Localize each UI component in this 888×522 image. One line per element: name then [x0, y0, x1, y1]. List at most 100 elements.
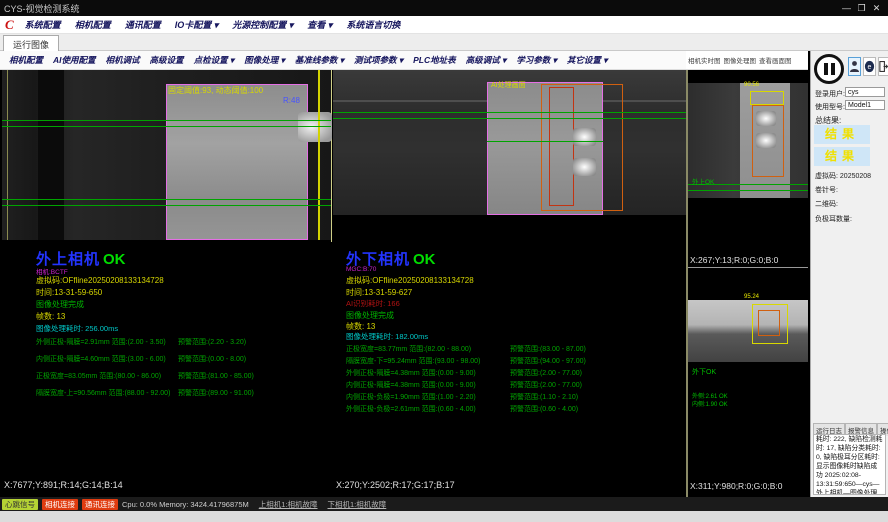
- menu-item[interactable]: 系统配置: [18, 18, 68, 31]
- baseline: [333, 112, 686, 113]
- window-bottom-edge: [0, 511, 888, 522]
- close-button[interactable]: ✕: [869, 3, 884, 14]
- tab-run-image[interactable]: 运行图像: [3, 35, 59, 51]
- sidebar: e 登录用户: cys 使用型号: Model1 总结果: 结果 结果 虚拟码:…: [810, 51, 888, 497]
- comm-connect-badge: 通讯连接: [82, 499, 118, 510]
- measure-row: 内侧正极-隔膜=4.38mm 范围:(0.00 - 9.00) 预警范围:(2.…: [346, 380, 676, 392]
- app-title: CYS-视觉检测系统: [4, 2, 80, 15]
- edge-line: [7, 70, 8, 240]
- process-status: 图像处理完成: [36, 299, 84, 310]
- measure-value: 外侧正极-负极=2.61mm 范围:(0.60 - 4.00): [346, 406, 476, 413]
- warning-range: 预警范围:(1.10 - 2.10): [510, 392, 578, 402]
- measure-value: 正极宽度=83.77mm 范围:(82.00 - 88.00): [346, 346, 471, 353]
- thumb-ok-text: 外上OK: [692, 176, 714, 186]
- measure-value: 内侧正极-隔膜=4.60mm 范围:(3.00 - 6.00): [36, 356, 166, 363]
- thumb-result-lines: 外侧:2.61 OK内侧:1.90 OK: [692, 393, 728, 409]
- thumbnail-upper-camera[interactable]: 90.56 外上OK X:267;Y:13;R:0;G:0;B:0: [688, 70, 808, 268]
- toolbar-item[interactable]: 其它设置 ▾: [562, 54, 613, 66]
- toolbar-item[interactable]: 高级设置: [145, 54, 189, 66]
- warning-range: 预警范围:(2.00 - 77.00): [510, 380, 582, 390]
- measure-mark: 90.56: [744, 82, 759, 88]
- measure-row: 内侧正极-负极=1.90mm 范围:(1.00 - 2.20) 预警范围:(1.…: [346, 392, 676, 404]
- toolbar-item[interactable]: 学习参数 ▾: [511, 54, 562, 66]
- result-box-1: 结果: [814, 125, 870, 144]
- measure-row: 隔膜宽度-上=90.56mm 范围:(88.00 - 92.00) 预警范围:(…: [36, 388, 336, 405]
- tab-count-label: 负极耳数量:: [815, 214, 852, 224]
- elapsed-time: 图像处理耗时: 182.00ms: [346, 331, 428, 342]
- thumb-result-line: 外侧:2.61 OK: [692, 393, 728, 401]
- app-window: CYS-视觉检测系统 — ❐ ✕ C 系统配置相机配置通讯配置IO卡配置 ▾光源…: [0, 0, 888, 522]
- camera-serial: MGC:B:70: [346, 266, 376, 273]
- preview-header-label[interactable]: 图像处理图: [724, 55, 757, 65]
- toolbar-item[interactable]: 基准线参数 ▾: [290, 54, 349, 66]
- toolbar-item[interactable]: 点检设置 ▾: [189, 54, 240, 66]
- account-badge-button[interactable]: e: [863, 57, 876, 76]
- menu-items: 系统配置相机配置通讯配置IO卡配置 ▾光源控制配置 ▾查看 ▾系统语言切换: [18, 18, 408, 31]
- minimize-button[interactable]: —: [839, 3, 854, 13]
- camera-image-upper[interactable]: 固定阈值:93, 动态阈值:100 R:48: [2, 70, 331, 240]
- toolbar-item[interactable]: PLC地址表: [408, 54, 461, 66]
- login-user-field[interactable]: cys: [845, 87, 885, 97]
- warning-range: 预警范围:(0.60 - 4.00): [510, 404, 578, 414]
- qr-code-label: 二维码:: [815, 199, 838, 209]
- measure-row: 正极宽度=83.05mm 范围:(80.00 - 86.00) 预警范围:(81…: [36, 371, 336, 388]
- menu-item[interactable]: IO卡配置 ▾: [168, 18, 226, 31]
- svg-text:e: e: [868, 64, 872, 71]
- virtual-code-row: 虚拟码: 20250208: [815, 171, 871, 181]
- threshold-overlay: 固定阈值:93, 动态阈值:100: [168, 85, 263, 96]
- toolbar-items: 相机配置AI使用配置相机调试高级设置点检设置 ▾图像处理 ▾基准线参数 ▾测试项…: [4, 54, 613, 66]
- measure-rows-lower: 正极宽度=83.77mm 范围:(82.00 - 88.00) 预警范围:(83…: [346, 344, 676, 416]
- measure-row: 隔膜宽度-下=95.24mm 范围:(93.00 - 98.00) 预警范围:(…: [346, 356, 676, 368]
- upper-camera-fault-link[interactable]: 上相机1:相机故障: [259, 499, 318, 510]
- preview-header-label[interactable]: 查看画面图: [759, 55, 792, 65]
- warning-range: 预警范围:(89.00 - 91.00): [178, 388, 254, 398]
- result-ok: OK: [413, 251, 436, 268]
- toolbar-item[interactable]: 高级调试 ▾: [461, 54, 512, 66]
- thumbnail-lower-camera[interactable]: 95.24 外下OK 外侧:2.61 OK内侧:1.90 OK X:311;Y:…: [688, 269, 808, 497]
- measure-mark: 95.24: [744, 294, 759, 300]
- measure-value: 外侧正极-隔膜=2.91mm 范围:(2.00 - 3.50): [36, 339, 166, 346]
- model-field[interactable]: Model1: [845, 100, 885, 110]
- menu-item[interactable]: 通讯配置: [118, 18, 168, 31]
- preview-header-label[interactable]: 相机实时图: [688, 55, 721, 65]
- virtual-code-label: 虚拟码:: [815, 173, 838, 180]
- lower-camera-fault-link[interactable]: 下相机1:相机故障: [328, 499, 387, 510]
- baseline: [2, 205, 331, 206]
- result-ok: OK: [103, 251, 126, 268]
- badge-icon: e: [864, 60, 875, 73]
- user-login-button[interactable]: [848, 57, 861, 76]
- menu-item[interactable]: 查看 ▾: [300, 18, 339, 31]
- measure-rows-upper: 外侧正极-隔膜=2.91mm 范围:(2.00 - 3.50) 预警范围:(2.…: [36, 337, 336, 405]
- menu-item[interactable]: 光源控制配置 ▾: [225, 18, 300, 31]
- pause-button[interactable]: [814, 54, 844, 84]
- toolbar-item[interactable]: 相机配置: [4, 54, 48, 66]
- tab-clip-blob: [573, 128, 596, 146]
- measure-value: 隔膜宽度-上=90.56mm 范围:(88.00 - 92.00): [36, 390, 170, 397]
- toolbar-item[interactable]: 测试项参数 ▾: [349, 54, 408, 66]
- ai-frame-label: AI处理画面: [491, 80, 526, 90]
- roi-id-overlay: R:48: [283, 96, 300, 105]
- menu-item[interactable]: 相机配置: [68, 18, 118, 31]
- menu-item[interactable]: 系统语言切换: [339, 18, 407, 31]
- ai-elapsed: AI识别耗时: 166: [346, 298, 400, 309]
- warning-range: 预警范围:(2.00 - 77.00): [510, 368, 582, 378]
- time-text: 时间:13-31-59-650: [36, 287, 102, 298]
- warning-range: 预警范围:(94.00 - 97.00): [510, 356, 586, 366]
- toolbar-item[interactable]: 相机调试: [101, 54, 145, 66]
- exit-button[interactable]: [878, 57, 888, 76]
- tab-clip-blob: [573, 158, 596, 176]
- camera-image-lower[interactable]: AI处理画面: [333, 70, 686, 215]
- thumb-image: 95.24: [688, 300, 808, 362]
- tab-clip-blob: [756, 133, 776, 148]
- toolbar-item[interactable]: 图像处理 ▾: [239, 54, 290, 66]
- maximize-button[interactable]: ❐: [854, 3, 869, 14]
- measure-row: 外侧正极-隔膜=4.38mm 范围:(0.00 - 9.00) 预警范围:(2.…: [346, 368, 676, 380]
- toolbar-item[interactable]: AI使用配置: [48, 54, 101, 66]
- baseline: [2, 199, 331, 200]
- elapsed-time: 图像处理耗时: 256.00ms: [36, 323, 118, 334]
- status-bar: 心跳信号 相机连接 通讯连接 Cpu: 0.0% Memory: 3424.41…: [0, 497, 888, 511]
- detect-box-yellow: [750, 91, 784, 105]
- preview-header-labels: 相机实时图图像处理图查看画面图: [688, 55, 792, 65]
- measure-row: 内侧正极-隔膜=4.60mm 范围:(3.00 - 6.00) 预警范围:(0.…: [36, 354, 336, 371]
- preview-header: 相机实时图图像处理图查看画面图: [686, 51, 808, 70]
